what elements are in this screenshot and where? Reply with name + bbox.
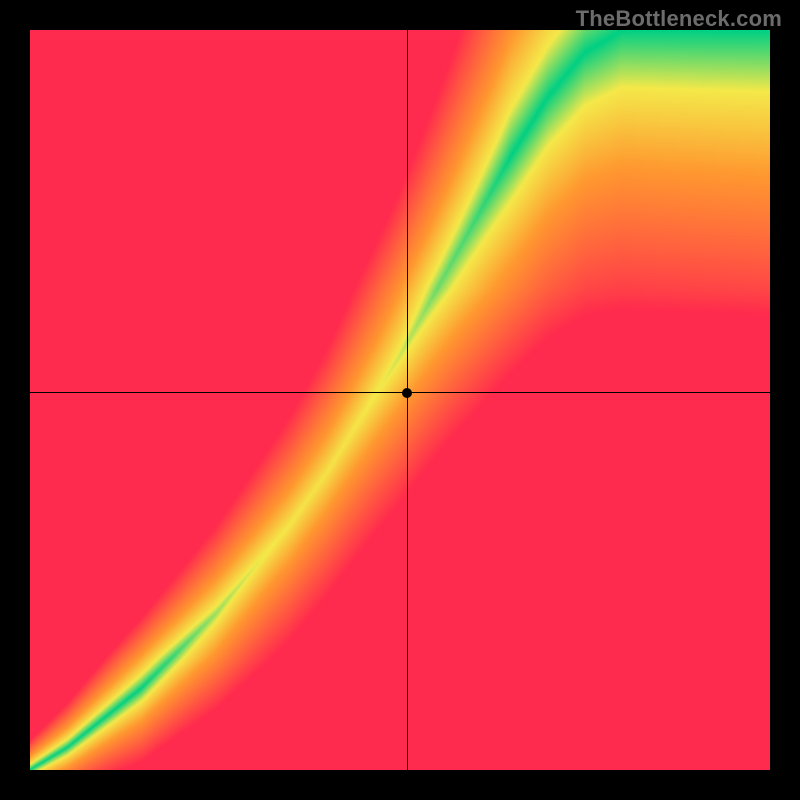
watermark-text: TheBottleneck.com [576, 6, 782, 32]
chart-stage: TheBottleneck.com [0, 0, 800, 800]
bottleneck-heatmap [30, 30, 770, 770]
crosshair-dot [402, 388, 412, 398]
crosshair-horizontal [30, 392, 770, 393]
crosshair-vertical [407, 30, 408, 770]
